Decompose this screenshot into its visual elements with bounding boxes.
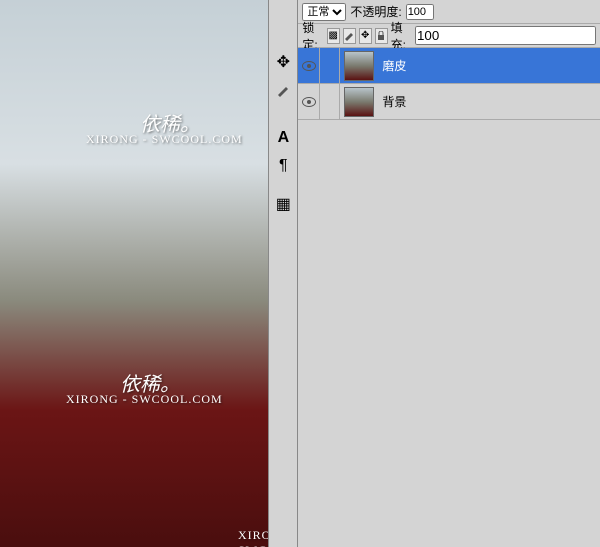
swatch-tool-icon[interactable]: ▦ [269, 191, 297, 217]
visibility-toggle[interactable] [298, 84, 320, 119]
paragraph-tool-icon[interactable]: ¶ [269, 153, 297, 179]
lock-pixels-icon[interactable] [343, 28, 356, 44]
move-tool-icon[interactable]: ✥ [269, 49, 297, 75]
fill-input[interactable] [415, 26, 596, 45]
document-canvas[interactable]: 依稀。 XIRONG - SWCOOL.COM 依稀。 XIRONG - SWC… [0, 0, 268, 547]
lock-all-icon[interactable] [375, 28, 388, 44]
vertical-toolbar: ✥ A ¶ ▦ [268, 0, 298, 547]
lock-transparency-icon[interactable]: ▩ [327, 28, 340, 44]
link-column[interactable] [320, 48, 340, 83]
layer-name-label[interactable]: 磨皮 [378, 57, 406, 74]
layer-name-label[interactable]: 背景 [378, 93, 406, 110]
opacity-input[interactable] [406, 4, 434, 20]
layers-list: 磨皮 背景 [298, 48, 600, 547]
brush-tool-icon[interactable] [269, 77, 297, 103]
lock-options-row: 锁定: ▩ ✥ 填充: [298, 24, 600, 48]
blend-options-row: 正常 不透明度: [298, 0, 600, 24]
eye-icon [302, 61, 316, 71]
visibility-toggle[interactable] [298, 48, 320, 83]
watermark-1-en: XIRONG - SWCOOL.COM [86, 132, 243, 147]
link-column[interactable] [320, 84, 340, 119]
layer-row[interactable]: 背景 [298, 84, 600, 120]
eye-icon [302, 97, 316, 107]
layers-panel: 正常 不透明度: 锁定: ▩ ✥ 填充: 磨皮 背景 [298, 0, 600, 547]
layer-thumbnail[interactable] [344, 51, 374, 81]
watermark-4-en: XIRONG - SWCOOL.COM [238, 528, 268, 547]
opacity-label: 不透明度: [350, 3, 401, 20]
layer-thumbnail[interactable] [344, 87, 374, 117]
watermark-3-en: XIRONG - SWCOOL.COM [66, 392, 223, 407]
lock-position-icon[interactable]: ✥ [359, 28, 372, 44]
type-tool-icon[interactable]: A [269, 125, 297, 151]
layer-row[interactable]: 磨皮 [298, 48, 600, 84]
